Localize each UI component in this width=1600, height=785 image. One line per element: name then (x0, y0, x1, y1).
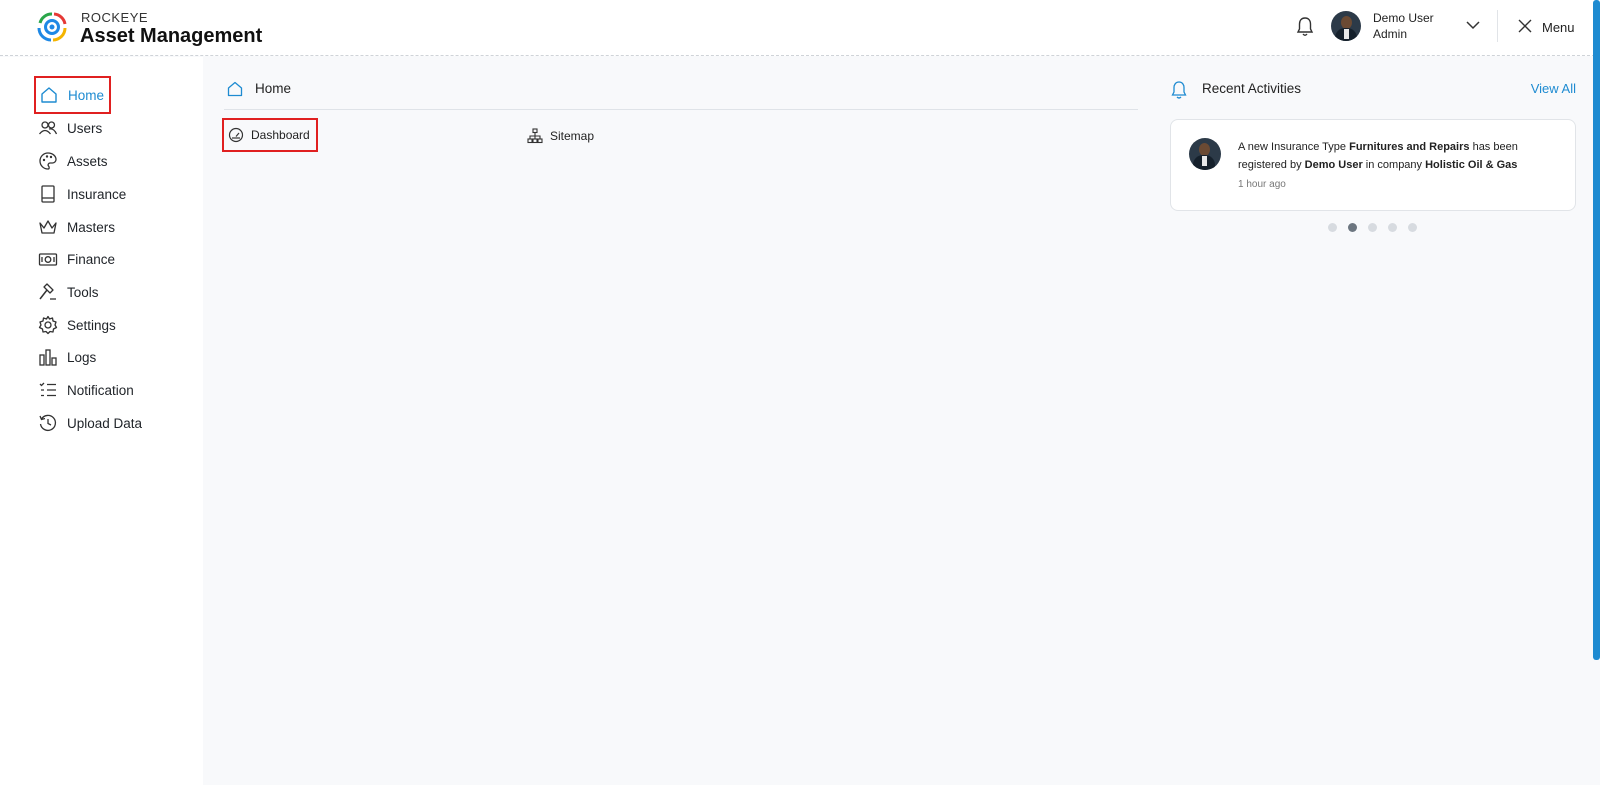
tile-label: Dashboard (251, 128, 310, 142)
gear-icon (38, 315, 58, 335)
sidebar-item-assets[interactable]: Assets (35, 146, 185, 176)
sidebar-item-label: Users (67, 120, 103, 136)
sitemap-icon (527, 128, 543, 144)
activity-timestamp: 1 hour ago (1238, 179, 1286, 190)
company-name: Holistic Oil & Gas (1425, 159, 1518, 171)
sidebar-item-label: Upload Data (67, 415, 143, 431)
recent-activities-header: Recent Activities View All (1170, 80, 1576, 104)
hammer-icon (39, 283, 56, 300)
sidebar-item-settings[interactable]: Settings (35, 310, 185, 340)
carousel-dot[interactable] (1408, 223, 1417, 232)
sidebar-item-label: Insurance (67, 186, 127, 202)
crown-icon (39, 220, 57, 234)
home-icon (41, 87, 57, 103)
menu-button[interactable]: Menu (1542, 20, 1575, 35)
carousel-dot[interactable] (1368, 223, 1377, 232)
carousel-dot[interactable] (1388, 223, 1397, 232)
bar-chart-icon (39, 349, 57, 366)
sidebar-item-masters[interactable]: Masters (35, 212, 185, 242)
sidebar-item-label: Tools (67, 284, 99, 300)
sidebar-item-label: Settings (67, 317, 116, 333)
page-title: Home (255, 81, 292, 96)
carousel-dots (1328, 223, 1417, 233)
carousel-dot[interactable] (1348, 223, 1357, 232)
brand-company: ROCKEYE (81, 10, 149, 25)
book-icon (41, 185, 55, 203)
sidebar: Home Users Assets Insurance Masters Fina… (0, 57, 203, 785)
sidebar-item-home[interactable]: Home (34, 76, 111, 114)
activity-card[interactable]: A new Insurance Type Furnitures and Repa… (1170, 119, 1576, 211)
rockeye-logo-icon (37, 12, 67, 42)
home-icon (227, 81, 243, 97)
users-icon (38, 121, 58, 135)
breadcrumb: Home (224, 78, 1138, 110)
gauge-icon (228, 127, 244, 143)
tile-label: Sitemap (550, 129, 595, 143)
view-all-link[interactable]: View All (1531, 81, 1576, 96)
sidebar-item-label: Assets (67, 153, 108, 169)
actor-name: Demo User (1304, 159, 1363, 171)
sidebar-item-tools[interactable]: Tools (35, 277, 185, 307)
sidebar-item-label: Masters (67, 219, 116, 235)
brand-app-title: Asset Management (80, 25, 263, 47)
scrollbar-thumb[interactable] (1593, 0, 1600, 660)
top-header: ROCKEYE Asset Management Demo User Admin… (0, 0, 1600, 56)
recent-activities-title: Recent Activities (1202, 81, 1302, 96)
sidebar-item-upload-data[interactable]: Upload Data (35, 408, 185, 438)
checklist-icon (39, 382, 56, 397)
user-role: Admin (1373, 27, 1408, 41)
user-avatar[interactable] (1331, 11, 1361, 41)
notification-bell-icon[interactable] (1296, 16, 1314, 38)
activity-avatar (1189, 138, 1221, 170)
bell-icon (1171, 81, 1187, 99)
carousel-dot[interactable] (1328, 223, 1337, 232)
sitemap-link[interactable]: Sitemap (527, 119, 594, 153)
history-icon (39, 414, 57, 432)
activity-text: A new Insurance Type Furnitures and Repa… (1238, 141, 1518, 171)
close-icon[interactable] (1518, 19, 1532, 33)
sidebar-item-label: Logs (67, 349, 97, 365)
money-icon (38, 253, 58, 266)
palette-icon (39, 152, 57, 170)
sidebar-item-notification[interactable]: Notification (35, 375, 185, 405)
sidebar-item-finance[interactable]: Finance (35, 244, 185, 274)
sidebar-item-users[interactable]: Users (35, 113, 185, 143)
sidebar-item-logs[interactable]: Logs (35, 342, 185, 372)
insurance-type-name: Furnitures and Repairs (1349, 141, 1470, 153)
sidebar-item-label: Home (68, 87, 105, 103)
user-name[interactable]: Demo User (1373, 11, 1434, 25)
dashboard-link[interactable]: Dashboard (222, 118, 318, 152)
header-divider (1497, 10, 1498, 42)
sidebar-item-insurance[interactable]: Insurance (35, 179, 185, 209)
sidebar-item-label: Finance (67, 251, 116, 267)
sidebar-item-label: Notification (67, 382, 134, 398)
chevron-down-icon[interactable] (1466, 20, 1480, 30)
